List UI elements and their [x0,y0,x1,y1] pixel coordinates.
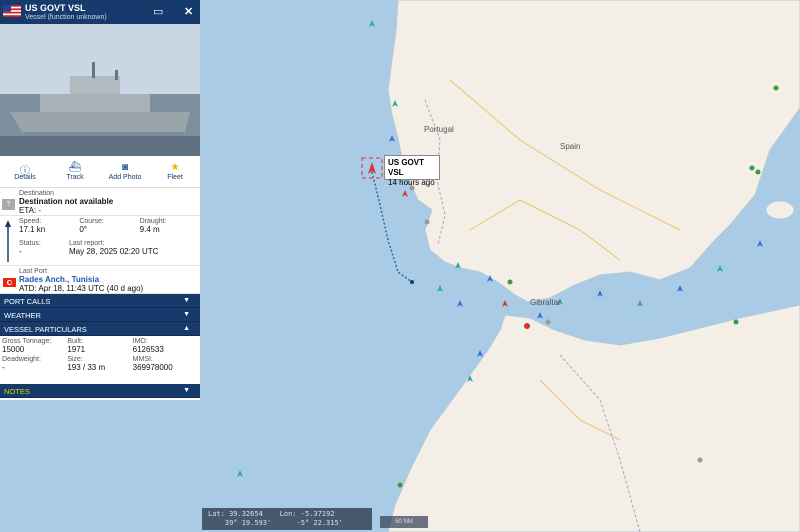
details-button[interactable]: ⓘ Details [0,156,50,187]
port-calls-label: PORT CALLS [4,297,51,306]
lat-dms: 39° 19.593' [224,519,272,527]
add-photo-label: Add Photo [108,174,142,181]
last-port-link[interactable]: Rades Anch., Tunisia [19,275,200,284]
size-label: Size: [67,356,83,363]
vessel-photo[interactable] [0,24,200,156]
fleet-button[interactable]: ★ Fleet [150,156,200,187]
chat-icon[interactable]: ▭ [153,5,163,18]
built-value: 1971 [67,345,86,354]
lat-label: Lat: [208,510,225,518]
info-icon: ⓘ [20,166,30,177]
unknown-port-icon: ? [2,199,15,210]
add-photo-button[interactable]: ◙ Add Photo [100,156,150,187]
draught-label: Draught: [139,218,167,225]
size-value: 193 / 33 m [67,363,106,372]
particulars-section: Gross Tonnage: 15000 Built: 1971 IMO: 61265… [0,336,200,384]
lat-value: 39.32654 [229,510,263,518]
port-dot[interactable] [773,85,779,91]
voyage-section: Speed: 17.1 kn Course: 0° Draught: 9.4 m St… [0,216,200,266]
vessel-panel: US GOVT VSL Vessel (function unknown) ▭ … [0,0,201,400]
port-dot[interactable] [424,219,430,225]
last-port-label: Last Port [19,268,48,275]
vessel-name: US GOVT VSL [25,3,86,13]
fleet-label: Fleet [167,174,183,181]
close-icon[interactable]: ✕ [184,5,193,18]
built-label: Built: [67,338,83,345]
last-port-section: Last Port Rades Anch., Tunisia ATD: Apr … [0,266,200,294]
gross-tonnage-label: Gross Tonnage: [2,338,52,345]
camera-icon: ◙ [121,162,129,173]
notes-bar[interactable]: NOTES ▼ [0,384,200,398]
eta-value: ETA: - [19,206,42,215]
atd-value: ATD: Apr 18, 11:43 UTC (40 d ago) [19,284,144,293]
draught-value: 9.4 m [139,225,160,234]
lon-value: -5.37192 [300,510,335,518]
port-dot[interactable] [749,165,755,171]
vessel-type: Vessel (function unknown) [25,14,107,21]
course-label: Course: [79,218,104,225]
lon-label: Lon: [279,510,297,518]
destination-value: Destination not available [19,197,114,206]
deadweight-label: Deadweight: [2,356,41,363]
star-icon: ★ [170,162,180,173]
port-dot[interactable] [397,482,403,488]
balearic-island [765,200,795,220]
panel-header: US GOVT VSL Vessel (function unknown) ▭ … [0,0,200,24]
vessel-photo-image [0,24,200,156]
destination-section: ? Destination Destination not available … [0,188,200,216]
track-start [410,280,414,284]
chevron-down-icon: ▼ [183,297,190,304]
track-button[interactable]: ⛴ Track [50,156,100,187]
track-label: Track [66,174,84,181]
label-portugal: Portugal [424,125,454,134]
port-calls-bar[interactable]: PORT CALLS ▼ [0,294,200,308]
last-report-value: May 28, 2025 02:20 UTC [69,247,159,256]
speed-label: Speed: [19,218,42,225]
chevron-down-icon: ▼ [183,311,190,318]
status-label: Status: [19,240,41,247]
port-dot[interactable] [755,169,761,175]
speed-value: 17.1 kn [19,225,46,234]
port-dot[interactable] [507,279,513,285]
chevron-down-icon: ▼ [183,387,190,394]
gross-tonnage-value: 15000 [2,345,25,354]
action-bar: ⓘ Details ⛴ Track ◙ Add Photo ★ Fleet [0,156,200,188]
tooltip-age: 14 hours ago [388,178,435,187]
chevron-up-icon: ▲ [183,325,190,332]
port-dot[interactable] [545,319,551,325]
ship-track-icon: ⛴ [68,162,82,173]
details-label: Details [14,174,36,181]
lon-dms: -5° 22.315' [296,519,343,527]
port-dot[interactable] [733,319,739,325]
port-dot[interactable] [524,323,530,329]
tooltip-vessel-name: US GOVT VSL [388,158,425,177]
vessel-particulars-label: VESSEL PARTICULARS [4,325,87,334]
weather-bar[interactable]: WEATHER ▼ [0,308,200,322]
progress-arrow-icon [5,220,11,262]
imo-label: IMO: [132,338,148,345]
status-value: - [19,247,22,256]
vessel-tooltip[interactable]: US GOVT VSL 14 hours ago [384,155,440,187]
vessel-particulars-bar[interactable]: VESSEL PARTICULARS ▲ [0,322,200,336]
notes-label: NOTES [4,387,30,396]
imo-value: 6126533 [132,345,164,354]
mmsi-value: 369978000 [132,363,173,372]
deadweight-value: - [2,363,5,372]
port-dot[interactable] [697,457,703,463]
us-flag-icon [3,5,21,17]
tunisia-flag-icon [3,278,16,287]
weather-label: WEATHER [4,311,41,320]
last-report-label: Last report: [69,240,105,247]
course-value: 0° [79,225,87,234]
destination-label: Destination [19,190,55,197]
mmsi-label: MMSI: [132,356,153,363]
scale-bar: 50 NM [380,516,428,528]
label-spain: Spain [560,142,581,151]
label-gibraltar: Gibraltar [530,298,561,307]
coordinates-readout: Lat: 39.32654 Lon: -5.37192 39° 19.593' … [202,508,372,530]
